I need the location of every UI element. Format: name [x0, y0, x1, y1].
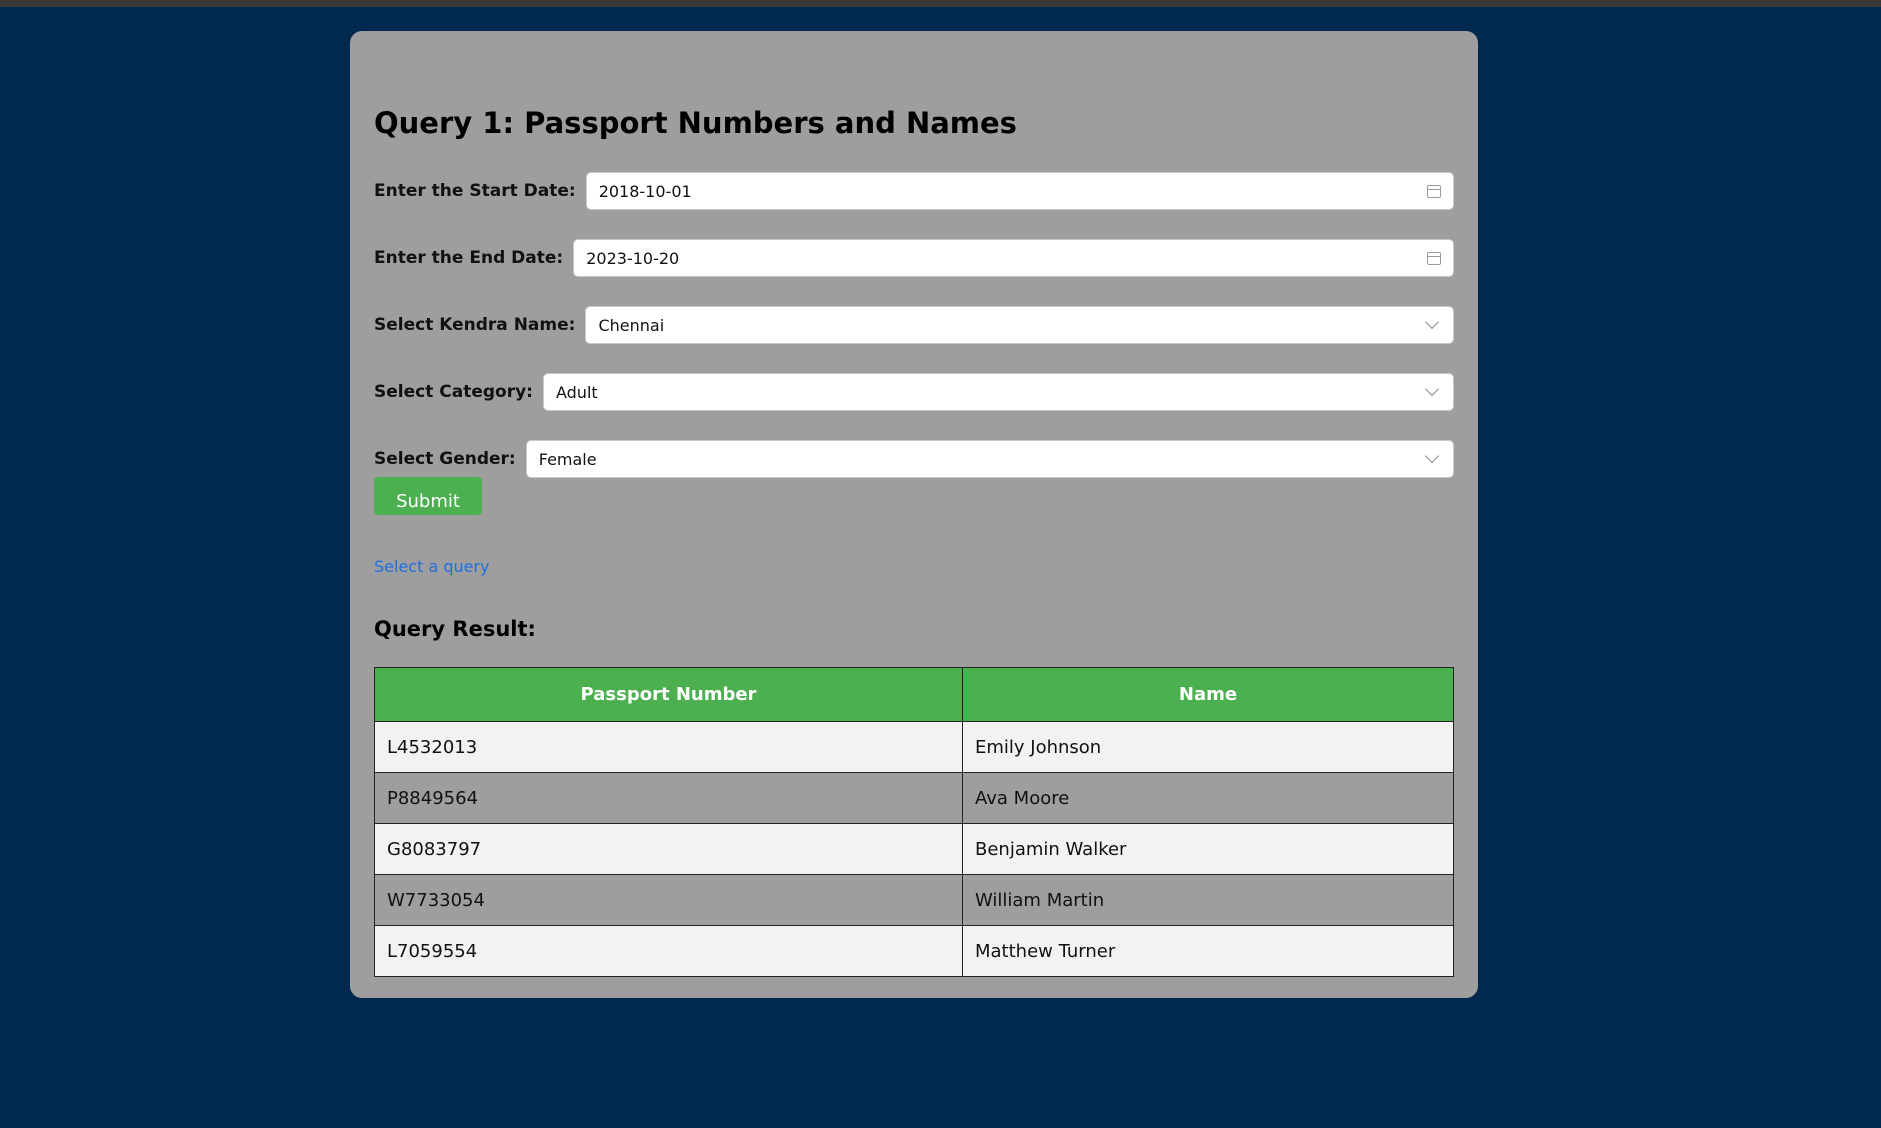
- result-table: Passport Number Name L4532013 Emily John…: [374, 667, 1454, 977]
- name-cell: Ava Moore: [962, 772, 1454, 824]
- calendar-icon[interactable]: [1427, 251, 1441, 265]
- column-header-name: Name: [962, 667, 1454, 722]
- name-cell: Matthew Turner: [962, 925, 1454, 977]
- gender-select[interactable]: Female: [525, 440, 1454, 478]
- category-row: Select Category: Adult: [374, 373, 1454, 411]
- category-value: Adult: [555, 382, 598, 402]
- passport-cell: W7733054: [374, 874, 963, 926]
- gender-row: Select Gender: Female: [374, 440, 1454, 478]
- query-card: Query 1: Passport Numbers and Names Ente…: [350, 31, 1478, 998]
- browser-top-bar: [0, 0, 1881, 7]
- result-title: Query Result:: [374, 617, 536, 641]
- chevron-down-icon: [1424, 314, 1440, 330]
- kendra-label: Select Kendra Name:: [374, 315, 576, 335]
- gender-value: Female: [538, 449, 597, 469]
- name-cell: William Martin: [962, 874, 1454, 926]
- passport-cell: L4532013: [374, 721, 963, 773]
- table-row: W7733054 William Martin: [374, 874, 1454, 926]
- end-date-row: Enter the End Date: 2023-10-20: [374, 239, 1454, 277]
- table-row: P8849564 Ava Moore: [374, 772, 1454, 824]
- start-date-label: Enter the Start Date:: [374, 181, 576, 201]
- table-header-row: Passport Number Name: [374, 667, 1454, 722]
- passport-cell: G8083797: [374, 823, 963, 875]
- select-query-link[interactable]: Select a query: [374, 557, 490, 576]
- category-select[interactable]: Adult: [542, 373, 1454, 411]
- table-row: G8083797 Benjamin Walker: [374, 823, 1454, 875]
- kendra-select[interactable]: Chennai: [585, 306, 1454, 344]
- kendra-value: Chennai: [598, 315, 665, 335]
- calendar-icon[interactable]: [1427, 184, 1441, 198]
- kendra-row: Select Kendra Name: Chennai: [374, 306, 1454, 344]
- chevron-down-icon: [1424, 381, 1440, 397]
- name-cell: Emily Johnson: [962, 721, 1454, 773]
- chevron-down-icon: [1424, 448, 1440, 464]
- start-date-row: Enter the Start Date: 2018-10-01: [374, 172, 1454, 210]
- page-title: Query 1: Passport Numbers and Names: [374, 106, 1017, 140]
- table-row: L7059554 Matthew Turner: [374, 925, 1454, 977]
- category-label: Select Category:: [374, 382, 533, 402]
- table-row: L4532013 Emily Johnson: [374, 721, 1454, 773]
- name-cell: Benjamin Walker: [962, 823, 1454, 875]
- end-date-input[interactable]: 2023-10-20: [573, 239, 1454, 277]
- passport-cell: P8849564: [374, 772, 963, 824]
- start-date-value: 2018-10-01: [598, 181, 692, 201]
- start-date-input[interactable]: 2018-10-01: [585, 172, 1454, 210]
- end-date-value: 2023-10-20: [586, 248, 680, 268]
- gender-label: Select Gender:: [374, 449, 516, 469]
- column-header-passport: Passport Number: [374, 667, 963, 722]
- passport-cell: L7059554: [374, 925, 963, 977]
- submit-button[interactable]: Submit: [374, 477, 482, 515]
- end-date-label: Enter the End Date:: [374, 248, 564, 268]
